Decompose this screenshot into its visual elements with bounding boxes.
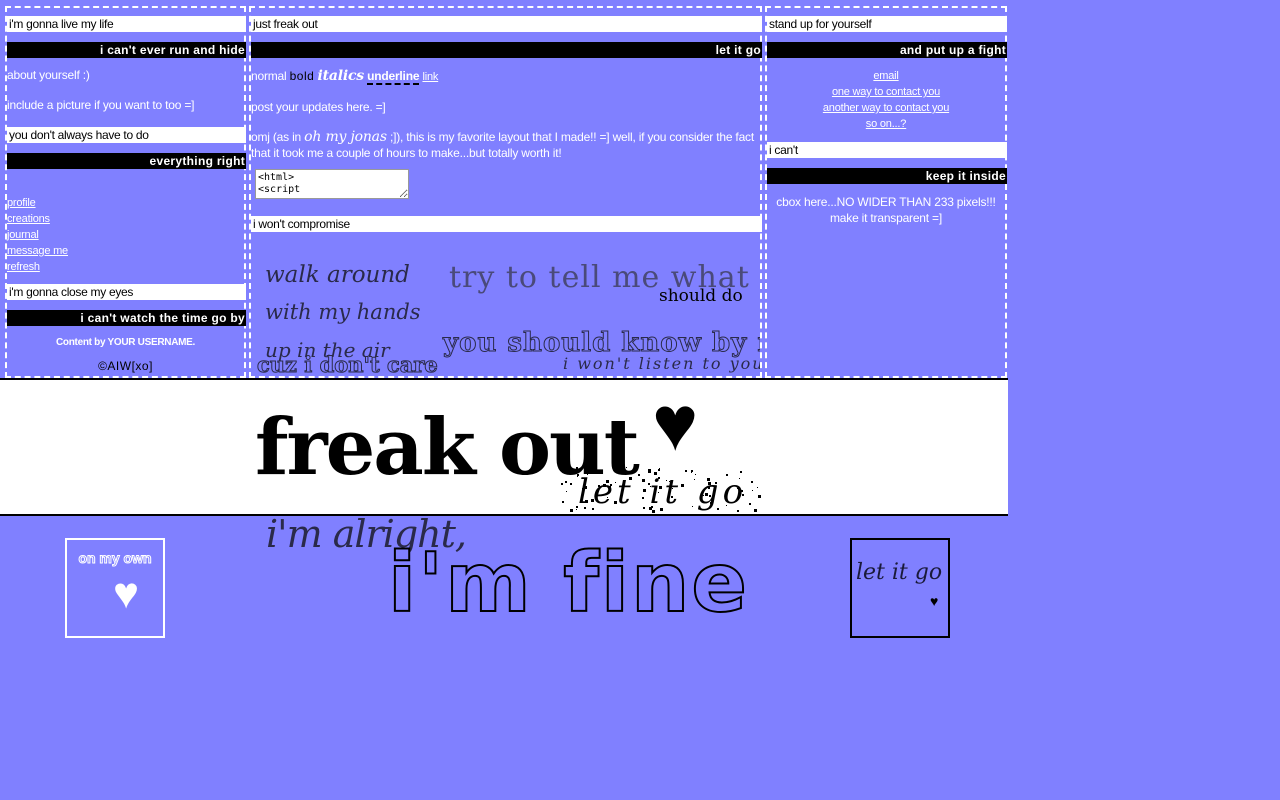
contact-link-2[interactable]: another way to contact you bbox=[767, 100, 1005, 116]
splatter-speck bbox=[570, 482, 573, 485]
heart-icon: ♥ bbox=[930, 593, 939, 609]
splatter-speck bbox=[561, 482, 564, 485]
splatter-speck bbox=[753, 508, 757, 512]
icon-box-left-text: on my own bbox=[78, 550, 152, 567]
about-text: about yourself :) bbox=[7, 68, 90, 82]
nav-link-creations[interactable]: creations bbox=[7, 211, 244, 227]
splatter-speck bbox=[561, 500, 564, 503]
banner-subtitle: let it go bbox=[578, 472, 748, 512]
code-textarea[interactable] bbox=[255, 169, 409, 199]
banner: freak out ♥ let it go bbox=[0, 378, 1008, 516]
left-header-2: you don't always have to do bbox=[7, 127, 246, 143]
lyric-dont-care: cuz i don't care bbox=[257, 352, 439, 377]
left-column: i'm gonna live my life i can't ever run … bbox=[5, 6, 246, 378]
splatter-speck bbox=[620, 467, 623, 470]
icon-box-on-my-own: on my own ♥ bbox=[65, 538, 165, 638]
splatter-speck bbox=[564, 480, 567, 483]
heart-icon: ♥ bbox=[652, 379, 699, 467]
splatter-speck bbox=[565, 490, 567, 492]
mid-subheader-1: let it go bbox=[251, 42, 762, 58]
contact-link-3[interactable]: so on...? bbox=[767, 116, 1005, 132]
right-header-2: i can't bbox=[767, 142, 1007, 158]
heart-icon: ♥ bbox=[113, 569, 140, 618]
nav-links: profile creations journal message me ref… bbox=[7, 195, 244, 275]
splatter-speck bbox=[757, 486, 759, 488]
format-italics: italics bbox=[317, 68, 364, 84]
lyric-wont-listen: i won't listen to you bbox=[563, 354, 760, 373]
splatter-speck bbox=[657, 468, 660, 471]
splatter-speck bbox=[749, 502, 752, 505]
nav-link-journal[interactable]: journal bbox=[7, 227, 244, 243]
splatter-speck bbox=[575, 508, 577, 510]
favorite-text-emphasis: oh my jonas bbox=[304, 129, 387, 145]
nav-link-refresh[interactable]: refresh bbox=[7, 259, 244, 275]
right-column: stand up for yourself and put up a fight… bbox=[765, 6, 1007, 378]
splatter-speck bbox=[570, 509, 573, 513]
right-subheader-1: and put up a fight bbox=[767, 42, 1007, 58]
lyric-should-do: should do bbox=[659, 286, 743, 306]
format-link[interactable]: link bbox=[422, 71, 438, 83]
splatter-speck bbox=[751, 489, 753, 491]
icon-box-let-it-go: let it go ♥ bbox=[850, 538, 950, 638]
contact-link-1[interactable]: one way to contact you bbox=[767, 84, 1005, 100]
picture-text: include a picture if you want to too =] bbox=[7, 98, 195, 112]
format-examples: normal bold italics underline link bbox=[251, 68, 760, 85]
contact-link-email[interactable]: email bbox=[767, 68, 1005, 84]
middle-column: just freak out let it go normal bold ita… bbox=[249, 6, 762, 378]
updates-text: post your updates here. =] bbox=[251, 100, 386, 114]
right-subheader-2: keep it inside bbox=[767, 168, 1007, 184]
left-subheader-2: everything right bbox=[7, 153, 246, 169]
mid-header-2: i won't compromise bbox=[251, 216, 762, 232]
splatter-speck bbox=[626, 467, 628, 469]
lyric-with-my-hands: with my hands bbox=[265, 300, 421, 324]
format-underline: underline bbox=[367, 69, 420, 85]
lyrics-graphic: walk around with my hands up in the air … bbox=[251, 238, 760, 376]
content-credit: Content by YOUR USERNAME. bbox=[56, 337, 195, 348]
copyright: ©AIW[xo] bbox=[98, 359, 153, 373]
favorite-text-pre: omj (as in bbox=[251, 130, 305, 144]
left-header-3: i'm gonna close my eyes bbox=[7, 284, 246, 300]
splatter-speck bbox=[751, 480, 754, 483]
splatter-speck bbox=[758, 496, 760, 498]
format-bold: bold bbox=[289, 69, 315, 83]
format-normal: normal bbox=[251, 69, 287, 83]
left-subheader-3: i can't watch the time go by bbox=[7, 310, 246, 326]
cbox-text: cbox here...NO WIDER THAN 233 pixels!!! … bbox=[776, 195, 996, 225]
icon-box-right-text: let it go bbox=[856, 560, 943, 585]
code-box-wrap bbox=[251, 169, 760, 204]
nav-link-profile[interactable]: profile bbox=[7, 195, 244, 211]
contact-links: email one way to contact you another way… bbox=[767, 68, 1005, 132]
lyric-im-fine: i'm fine bbox=[387, 535, 749, 632]
splatter-speck bbox=[576, 469, 578, 471]
right-header-1: stand up for yourself bbox=[767, 16, 1007, 32]
left-subheader-1: i can't ever run and hide bbox=[7, 42, 246, 58]
left-header-1: i'm gonna live my life bbox=[7, 16, 246, 32]
mid-header-1: just freak out bbox=[251, 16, 762, 32]
nav-link-message-me[interactable]: message me bbox=[7, 243, 244, 259]
favorite-text: omj (as in oh my jonas ;]), this is my f… bbox=[251, 129, 760, 161]
lyric-walk-around: walk around bbox=[265, 262, 410, 288]
